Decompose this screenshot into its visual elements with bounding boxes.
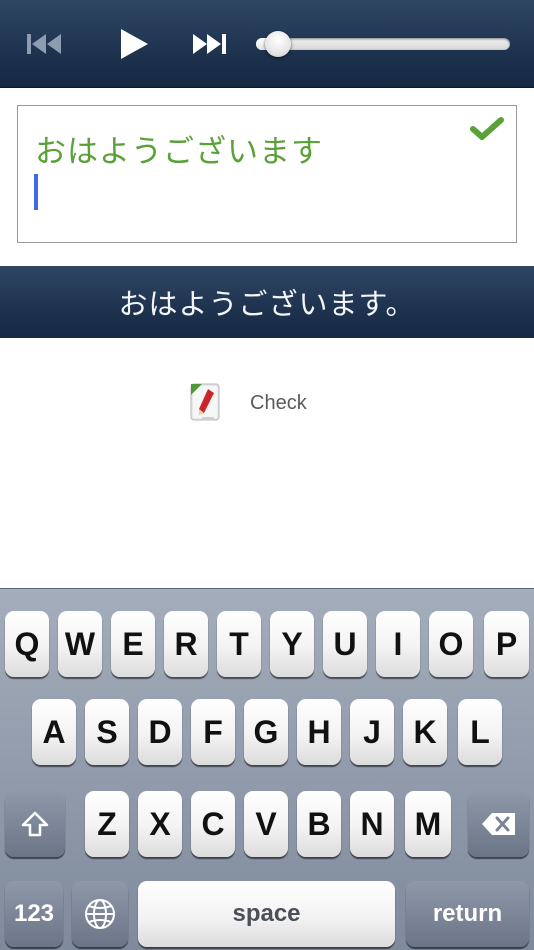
key-i[interactable]: I xyxy=(376,611,420,677)
shift-key[interactable] xyxy=(5,791,65,857)
play-button[interactable] xyxy=(108,24,158,64)
key-k[interactable]: K xyxy=(403,699,447,765)
key-u[interactable]: U xyxy=(323,611,367,677)
key-r[interactable]: R xyxy=(164,611,208,677)
check-button[interactable]: Check xyxy=(186,376,326,430)
globe-icon xyxy=(85,899,115,929)
skip-forward-icon xyxy=(193,34,226,54)
key-e[interactable]: E xyxy=(111,611,155,677)
return-key[interactable]: return xyxy=(406,881,529,947)
answer-area: おはようございます xyxy=(0,88,534,266)
key-a[interactable]: A xyxy=(32,699,76,765)
globe-key[interactable] xyxy=(72,881,128,947)
key-v[interactable]: V xyxy=(244,791,288,857)
backspace-icon xyxy=(481,813,515,835)
pencil-check-icon xyxy=(186,379,226,427)
answer-text: おはようございます xyxy=(35,134,323,170)
checkmark-icon xyxy=(470,117,504,140)
next-button[interactable] xyxy=(184,24,234,64)
key-q[interactable]: Q xyxy=(5,611,49,677)
key-c[interactable]: C xyxy=(191,791,235,857)
key-j[interactable]: J xyxy=(350,699,394,765)
skip-back-icon xyxy=(27,34,61,54)
previous-button[interactable] xyxy=(20,24,70,64)
key-l[interactable]: L xyxy=(458,699,502,765)
sentence-text: おはようございます。 xyxy=(118,287,416,321)
key-s[interactable]: S xyxy=(85,699,129,765)
key-g[interactable]: G xyxy=(244,699,288,765)
progress-slider[interactable] xyxy=(256,30,510,58)
on-screen-keyboard: Q W E R T Y U I O P A S D F G H J K L Z … xyxy=(0,588,534,950)
key-o[interactable]: O xyxy=(429,611,473,677)
key-p[interactable]: P xyxy=(484,611,529,677)
key-h[interactable]: H xyxy=(297,699,341,765)
slider-track xyxy=(256,38,510,50)
play-icon xyxy=(121,29,148,59)
answer-input[interactable]: おはようございます xyxy=(17,105,517,243)
delete-key[interactable] xyxy=(468,791,529,857)
key-n[interactable]: N xyxy=(350,791,394,857)
check-label: Check xyxy=(250,391,307,414)
key-d[interactable]: D xyxy=(138,699,182,765)
sentence-band: おはようございます。 xyxy=(0,266,534,338)
key-x[interactable]: X xyxy=(138,791,182,857)
player-bar xyxy=(0,0,534,88)
key-f[interactable]: F xyxy=(191,699,235,765)
slider-thumb[interactable] xyxy=(265,31,292,57)
space-key[interactable]: space xyxy=(138,881,395,947)
key-m[interactable]: M xyxy=(405,791,451,857)
key-z[interactable]: Z xyxy=(85,791,129,857)
text-cursor xyxy=(34,174,38,210)
key-b[interactable]: B xyxy=(297,791,341,857)
numbers-key[interactable]: 123 xyxy=(5,881,63,947)
key-y[interactable]: Y xyxy=(270,611,314,677)
key-t[interactable]: T xyxy=(217,611,261,677)
shift-icon xyxy=(21,811,49,837)
key-w[interactable]: W xyxy=(58,611,102,677)
